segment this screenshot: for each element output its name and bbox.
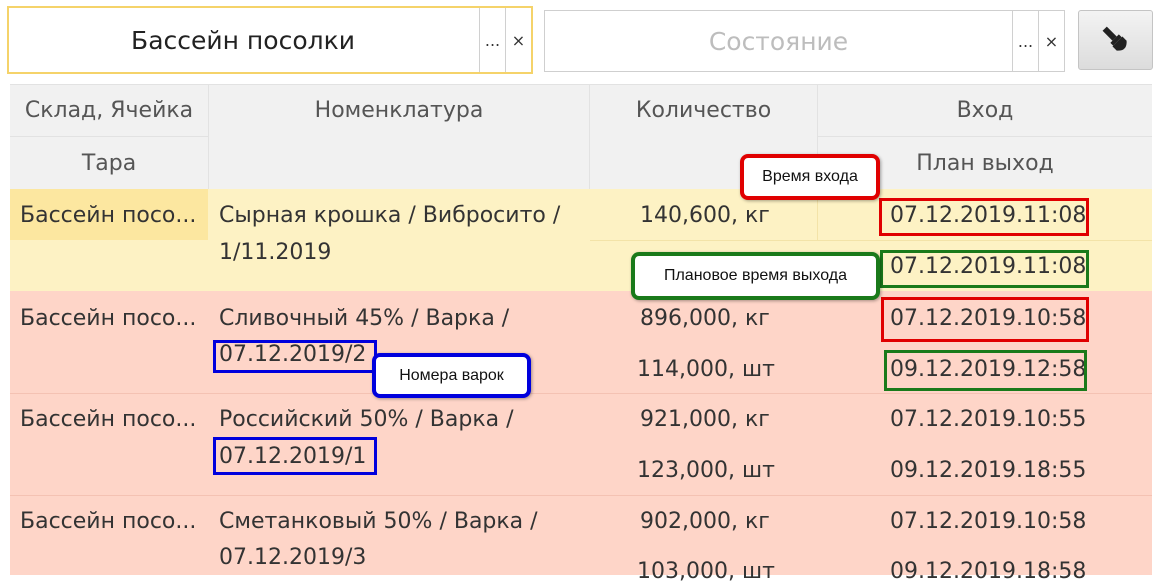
- row2-quantity[interactable]: 896,000, кг: [640, 306, 770, 331]
- row1-nomenclature-line2[interactable]: 1/11.2019: [219, 240, 331, 265]
- header-warehouse-cell[interactable]: Склад, Ячейка: [10, 84, 208, 136]
- row2-quantity-pieces[interactable]: 114,000, шт: [637, 357, 775, 382]
- row4-quantity[interactable]: 902,000, кг: [640, 509, 770, 534]
- header-nomenclature[interactable]: Номенклатура: [209, 84, 589, 189]
- warehouse-clear-button[interactable]: ×: [505, 8, 531, 72]
- planned-exit-highlight: [880, 250, 1089, 288]
- planned-exit-highlight: [884, 350, 1087, 391]
- paint-brush-icon: [1102, 26, 1127, 51]
- state-select-button[interactable]: ...: [1012, 11, 1038, 71]
- entry-time-highlight: [879, 198, 1089, 236]
- paint-brush-button[interactable]: [1078, 10, 1153, 70]
- planned-exit-callout: Плановое время выхода: [631, 252, 880, 300]
- header-container[interactable]: Тара: [10, 137, 208, 189]
- row1-warehouse[interactable]: Бассейн посо...: [20, 203, 196, 228]
- row3-warehouse[interactable]: Бассейн посо...: [20, 407, 196, 432]
- row4-planned-exit[interactable]: 09.12.2019.18:58: [890, 559, 1086, 584]
- row3-quantity-pieces[interactable]: 123,000, шт: [637, 458, 775, 483]
- row1-nomenclature-line1[interactable]: Сырная крошка / Вибросито /: [219, 203, 560, 228]
- row4-warehouse[interactable]: Бассейн посо...: [20, 509, 196, 534]
- row1-quantity[interactable]: 140,600, кг: [640, 203, 770, 228]
- warehouse-filter-field[interactable]: Бассейн посолки ... ×: [7, 6, 533, 74]
- row2-warehouse[interactable]: Бассейн посо...: [20, 306, 196, 331]
- state-filter-field[interactable]: Состояние ... ×: [544, 10, 1065, 72]
- entry-time-callout: Время входа: [740, 154, 880, 200]
- batch-number-highlight: [213, 437, 377, 475]
- header-entry[interactable]: Вход: [818, 84, 1152, 136]
- row3-planned-exit[interactable]: 09.12.2019.18:55: [890, 458, 1086, 483]
- row4-entry-time[interactable]: 07.12.2019.10:58: [890, 509, 1086, 534]
- batch-numbers-callout: Номера варок: [372, 353, 531, 398]
- row2-nomenclature-line1[interactable]: Сливочный 45% / Варка /: [219, 306, 509, 331]
- row4-nomenclature-line1[interactable]: Сметанковый 50% / Варка /: [219, 509, 538, 534]
- row3-entry-time[interactable]: 07.12.2019.10:55: [890, 407, 1086, 432]
- row3-quantity[interactable]: 921,000, кг: [640, 407, 770, 432]
- state-clear-button[interactable]: ×: [1038, 11, 1064, 71]
- row4-quantity-pieces[interactable]: 103,000, шт: [637, 559, 775, 584]
- entry-time-highlight: [881, 297, 1089, 342]
- batch-number-highlight: [213, 340, 377, 373]
- row3-nomenclature-line1[interactable]: Российский 50% / Варка /: [219, 407, 514, 432]
- row4-nomenclature-line2[interactable]: 07.12.2019/3: [219, 545, 366, 570]
- warehouse-select-button[interactable]: ...: [479, 8, 505, 72]
- state-filter-placeholder[interactable]: Состояние: [545, 11, 1012, 71]
- warehouse-filter-value[interactable]: Бассейн посолки: [9, 8, 477, 72]
